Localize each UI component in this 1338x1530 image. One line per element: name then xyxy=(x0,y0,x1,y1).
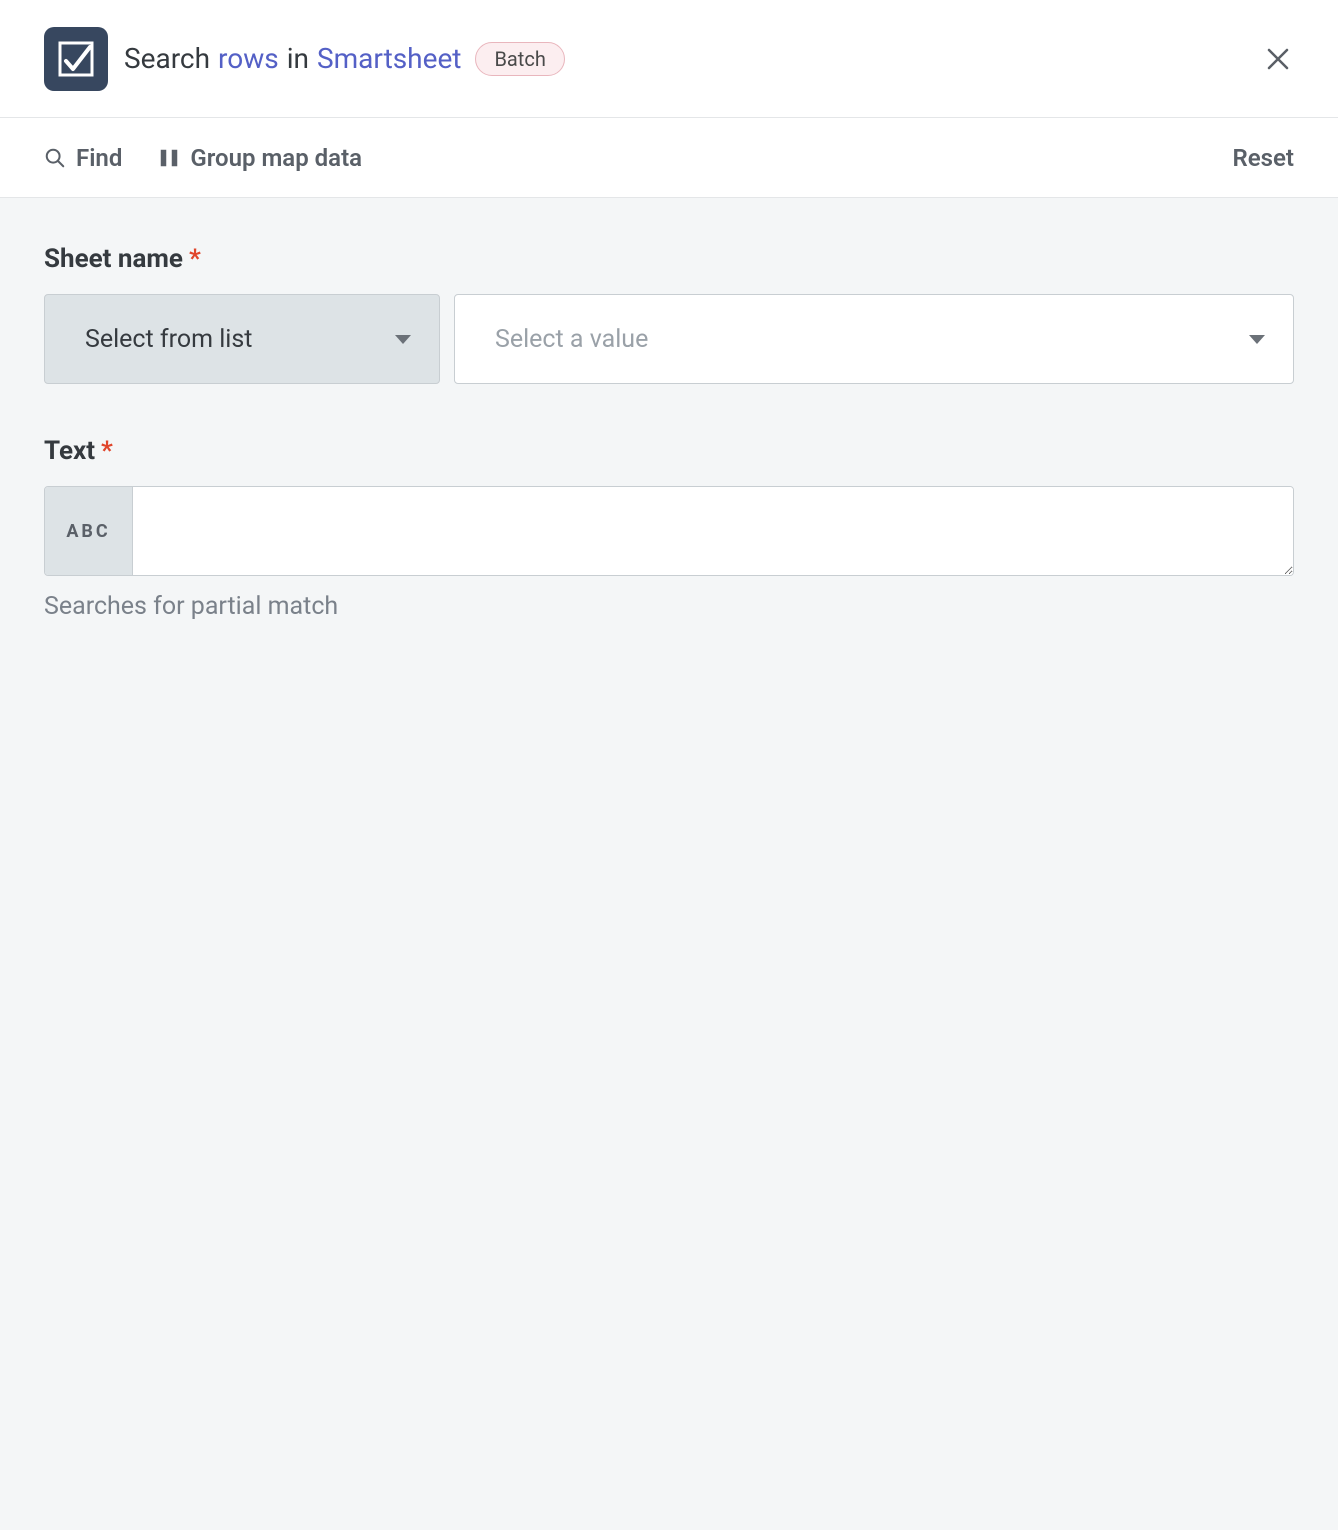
find-button[interactable]: Find xyxy=(44,144,122,172)
close-icon xyxy=(1266,47,1290,71)
form-area: Sheet name * Select from list Select a v… xyxy=(0,198,1338,1530)
text-help: Searches for partial match xyxy=(44,592,1294,621)
sheet-mode-value: Select from list xyxy=(85,325,252,354)
sheet-name-field: Sheet name * Select from list Select a v… xyxy=(44,244,1294,384)
text-input-row: ABC xyxy=(44,486,1294,576)
text-input[interactable] xyxy=(133,487,1293,575)
reset-label: Reset xyxy=(1233,144,1294,172)
sheet-value-select[interactable]: Select a value xyxy=(454,294,1294,384)
title-app-link[interactable]: Smartsheet xyxy=(317,42,461,75)
toolbar: Find Group map data Reset xyxy=(0,118,1338,198)
title-prefix: Search xyxy=(124,42,210,75)
group-map-data-button[interactable]: Group map data xyxy=(158,144,362,172)
chevron-down-icon xyxy=(395,335,411,344)
sheet-name-label-text: Sheet name xyxy=(44,244,183,274)
group-label: Group map data xyxy=(190,144,362,172)
required-asterisk: * xyxy=(189,244,201,274)
title-in: in xyxy=(287,42,309,75)
batch-badge: Batch xyxy=(475,42,564,76)
text-label-text: Text xyxy=(44,436,95,466)
close-button[interactable] xyxy=(1262,43,1294,75)
sheet-name-label: Sheet name * xyxy=(44,244,1294,274)
reset-button[interactable]: Reset xyxy=(1233,144,1294,172)
checkmark-icon xyxy=(56,39,96,79)
search-icon xyxy=(44,147,66,169)
dialog-header: Search rows in Smartsheet Batch xyxy=(0,0,1338,118)
sheet-mode-select[interactable]: Select from list xyxy=(44,294,440,384)
text-label: Text * xyxy=(44,436,1294,466)
group-icon xyxy=(158,147,180,169)
dialog-title: Search rows in Smartsheet Batch xyxy=(124,42,565,76)
text-type-badge: ABC xyxy=(45,487,133,575)
title-rows-link[interactable]: rows xyxy=(218,42,279,75)
smartsheet-app-icon xyxy=(44,27,108,91)
sheet-value-placeholder: Select a value xyxy=(495,325,648,354)
required-asterisk: * xyxy=(101,436,113,466)
text-field: Text * ABC Searches for partial match xyxy=(44,436,1294,621)
find-label: Find xyxy=(76,144,122,172)
chevron-down-icon xyxy=(1249,335,1265,344)
